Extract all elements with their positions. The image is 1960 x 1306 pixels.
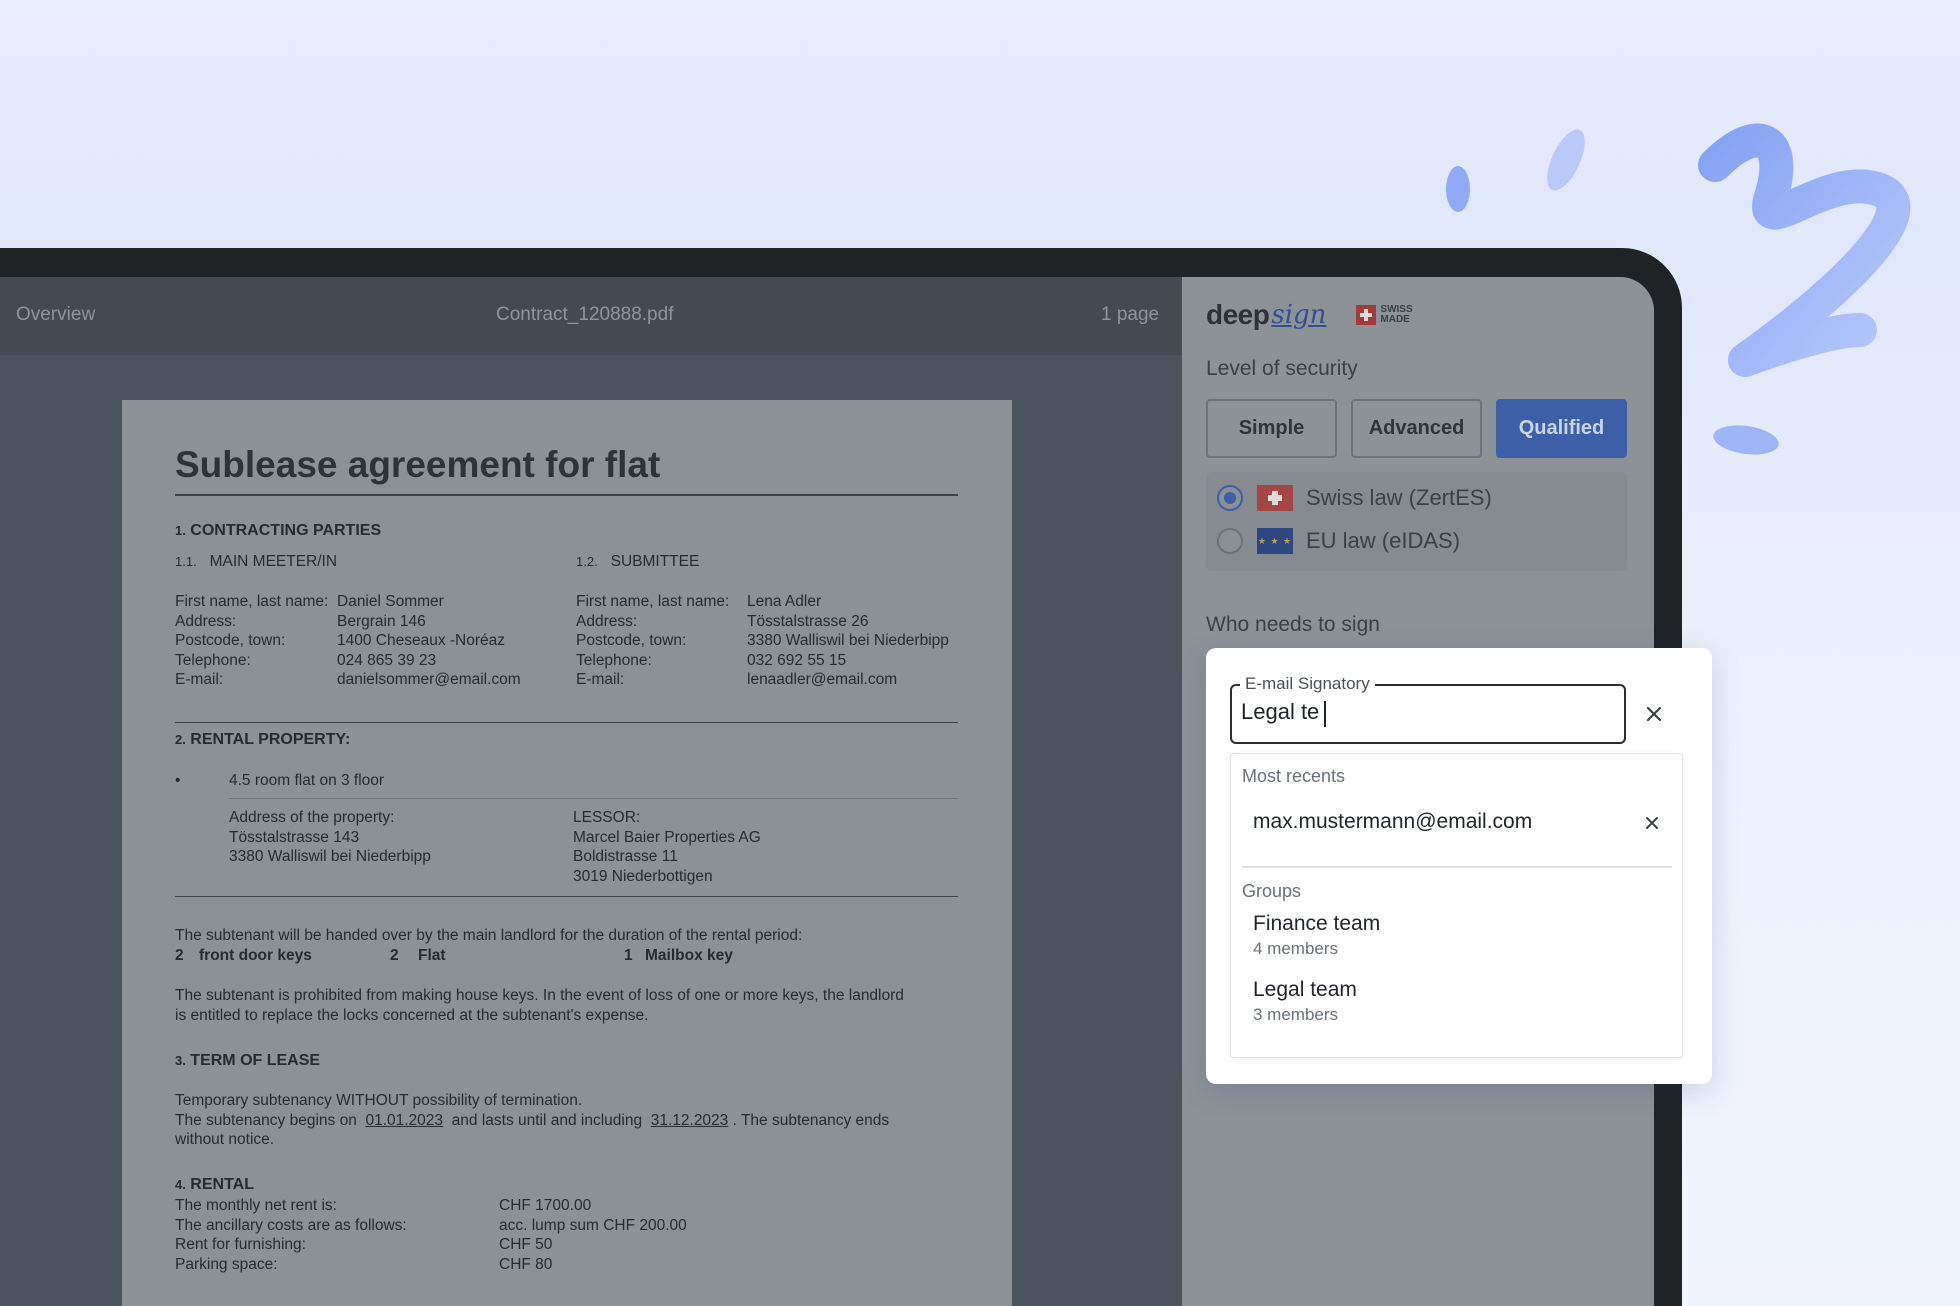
law-option-eu[interactable]: ★ ★ ★ EU law (eIDAS) [1217, 526, 1460, 556]
deepsign-logo: deep sign SWISS MADE [1206, 299, 1424, 331]
sub-labels: First name, last name: Address: Postcode, … [576, 593, 730, 689]
group-legal-members: 3 members [1253, 1005, 1339, 1024]
key-count-2: 2 [390, 947, 399, 964]
lessor-block: LESSOR: Marcel Baier Properties AG Boldist… [573, 809, 761, 885]
document-page: Sublease agreement for flat 1. CONTRACTI… [122, 400, 1012, 1306]
swiss-flag-icon [1257, 485, 1293, 511]
main-labels: First name, last name: Address: Postcode, … [175, 593, 329, 689]
prohibited-text: The subtenant is prohibited from making … [175, 987, 904, 1024]
handover-text: The subtenant will be handed over by the… [175, 927, 803, 944]
suggestions-dropdown: Most recents max.mustermann@email.com Gr… [1230, 753, 1683, 1058]
section-3-heading: 3. TERM OF LEASE [175, 1052, 321, 1069]
section-4-heading: 4. RENTAL [175, 1176, 254, 1193]
key-label-2: Flat [418, 947, 446, 964]
section-1-heading: 1. CONTRACTING PARTIES [175, 522, 382, 539]
group-finance-team[interactable]: Finance team [1253, 912, 1380, 936]
flat-description: 4.5 room flat on 3 floor [229, 772, 385, 789]
group-finance-members: 4 members [1253, 939, 1339, 958]
viewer-header: Overview Contract_120888.pdf 1 page [0, 277, 1182, 355]
level-advanced-button[interactable]: Advanced [1351, 399, 1482, 458]
property-divider [175, 896, 958, 897]
email-signatory-input[interactable] [1241, 699, 1611, 725]
signatory-popup: E-mail Signatory Most recents max.muster… [1206, 648, 1712, 1084]
page-count: 1 page [1101, 304, 1160, 325]
swiss-made-badge: SWISS MADE [1356, 305, 1424, 325]
dropdown-divider [1242, 866, 1672, 868]
key-count-1: 2 [175, 947, 184, 964]
section-divider [175, 722, 958, 723]
document-viewer: Overview Contract_120888.pdf 1 page Subl… [0, 277, 1182, 1306]
bullet: • [175, 772, 181, 789]
group-legal-team[interactable]: Legal team [1253, 978, 1357, 1002]
title-divider [175, 494, 958, 496]
who-needs-to-sign-label: Who needs to sign [1206, 613, 1380, 636]
main-tenant-values: Daniel Sommer Bergrain 146 1400 Cheseaux -… [337, 593, 521, 689]
email-signatory-field[interactable]: E-mail Signatory [1230, 674, 1626, 744]
file-name: Contract_120888.pdf [496, 304, 674, 325]
term-text: Temporary subtenancy WITHOUT possibility… [175, 1092, 890, 1149]
document-title: Sublease agreement for flat [175, 444, 661, 485]
recent-email-item[interactable]: max.mustermann@email.com [1253, 810, 1532, 834]
most-recents-header: Most recents [1242, 766, 1346, 786]
rent-values: CHF 1700.00 acc. lump sum CHF 200.00 CHF 5… [499, 1197, 687, 1273]
key-count-3: 1 [624, 947, 633, 964]
key-label-1: front door keys [199, 947, 312, 964]
radio-selected-icon[interactable] [1217, 485, 1243, 511]
section-1-2-heading: 1.2. SUBMITTEE [576, 553, 700, 570]
security-level-label: Level of security [1206, 357, 1358, 380]
text-caret [1324, 701, 1326, 727]
level-simple-button[interactable]: Simple [1206, 399, 1337, 458]
section-2-heading: 2. RENTAL PROPERTY: [175, 731, 351, 748]
email-signatory-label: E-mail Signatory [1240, 674, 1375, 694]
key-label-3: Mailbox key [645, 947, 733, 964]
flat-divider [229, 798, 958, 799]
eu-flag-icon: ★ ★ ★ [1257, 528, 1293, 554]
level-qualified-button[interactable]: Qualified [1496, 399, 1627, 458]
rent-labels: The monthly net rent is: The ancillary co… [175, 1197, 407, 1273]
property-address: Address of the property: Tösstalstrasse 1… [229, 809, 431, 866]
remove-recent-icon[interactable] [1639, 810, 1665, 836]
groups-header: Groups [1242, 881, 1302, 901]
law-option-swiss[interactable]: Swiss law (ZertES) [1217, 483, 1492, 513]
radio-unselected-icon[interactable] [1217, 528, 1243, 554]
clear-input-icon[interactable] [1641, 701, 1667, 727]
swiss-flag-icon [1356, 305, 1377, 325]
subtenant-values: Lena Adler Tösstalstrasse 26 3380 Walliswi… [747, 593, 949, 689]
section-1-1-heading: 1.1. MAIN MEETER/IN [175, 553, 338, 570]
overview-link[interactable]: Overview [16, 304, 95, 326]
law-selector: Swiss law (ZertES) ★ ★ ★ EU law (eIDAS) [1206, 472, 1627, 571]
